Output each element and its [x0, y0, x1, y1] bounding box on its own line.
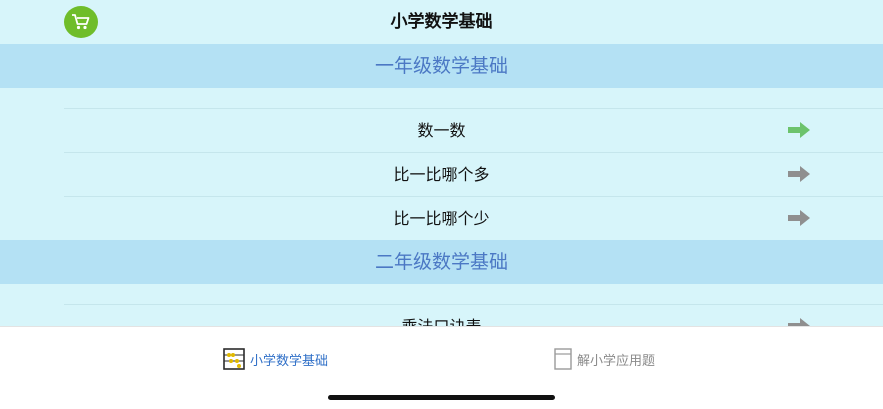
arrow-right-icon	[788, 318, 810, 326]
section-header-grade2: 二年级数学基础	[0, 240, 883, 284]
arrow-right-icon	[788, 210, 810, 226]
list-item[interactable]: 比一比哪个多	[64, 152, 883, 196]
book-icon	[554, 348, 572, 370]
section-header-grade1: 一年级数学基础	[0, 44, 883, 88]
arrow-right-icon	[788, 166, 810, 182]
top-bar: 小学数学基础	[0, 0, 883, 44]
list-item[interactable]: 数一数	[64, 108, 883, 152]
home-indicator[interactable]	[328, 395, 555, 400]
list-item-label: 比一比哪个少	[393, 209, 490, 228]
tab-word-problems[interactable]: 解小学应用题	[553, 345, 655, 373]
arrow-right-icon	[788, 122, 810, 138]
list-item-label: 比一比哪个多	[393, 165, 490, 184]
page-title: 小学数学基础	[390, 12, 493, 32]
lesson-list[interactable]: 一年级数学基础 数一数 比一比哪个多 比一比哪个少 二年级数学基础 乘法口诀表	[0, 44, 883, 326]
list-item[interactable]: 乘法口诀表	[64, 304, 883, 326]
list-item-label: 数一数	[417, 121, 466, 140]
tab-label: 解小学应用题	[577, 353, 656, 369]
abacus-icon	[223, 348, 245, 370]
list-item-label: 乘法口诀表	[401, 305, 481, 326]
list-item[interactable]: 比一比哪个少	[64, 196, 883, 240]
tab-math-basics[interactable]: 小学数学基础	[222, 345, 328, 373]
tab-label: 小学数学基础	[250, 353, 329, 369]
